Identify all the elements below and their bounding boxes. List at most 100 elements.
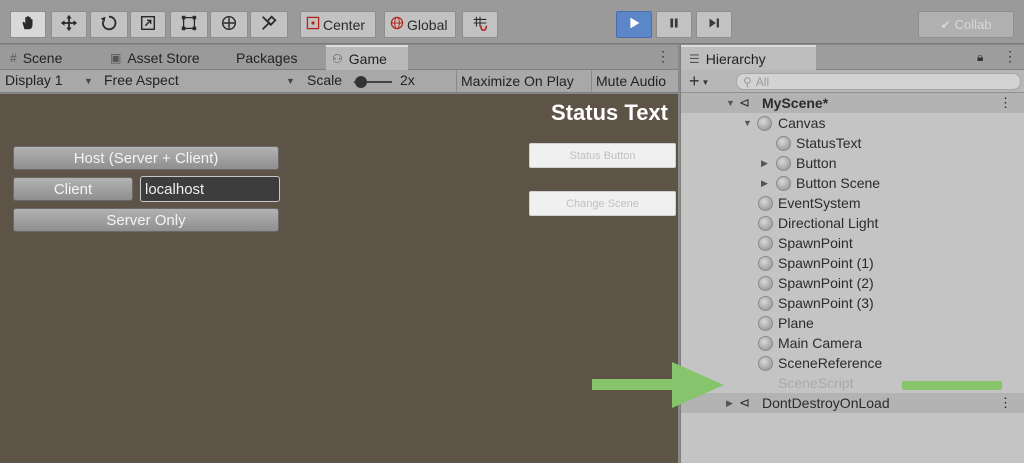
transform-icon (220, 14, 238, 36)
client-button-label: Client (53, 180, 93, 198)
hierarchy-item[interactable]: SpawnPoint (681, 233, 1024, 253)
maximize-on-play-label: Maximize On Play (461, 73, 574, 89)
display-dropdown[interactable]: Display 1 (5, 72, 63, 88)
hierarchy-item-label: Main Camera (778, 335, 863, 351)
collapse-arrow-icon[interactable]: ▶ (761, 178, 768, 189)
annotation-arrow-shaft (592, 379, 684, 390)
step-button[interactable] (696, 11, 732, 38)
game-icon: ⚇ (332, 51, 343, 66)
unity-scene-icon: ⊲ (739, 95, 750, 110)
tab-game[interactable]: ⚇ Game (326, 45, 408, 70)
hierarchy-item[interactable]: Main Camera (681, 333, 1024, 353)
server-only-button[interactable]: Server Only (13, 208, 279, 232)
create-dropdown-button[interactable]: + ▼ (689, 71, 709, 92)
scale-slider-handle[interactable] (355, 76, 367, 88)
hierarchy-item[interactable]: Directional Light (681, 213, 1024, 233)
hierarchy-item[interactable]: Plane (681, 313, 1024, 333)
search-placeholder: All (755, 74, 770, 89)
step-icon (705, 14, 723, 36)
network-address-input[interactable]: localhost (140, 176, 280, 202)
scale-icon (139, 14, 157, 36)
gameobject-icon (758, 195, 773, 211)
hierarchy-list-icon: ☰ (689, 51, 700, 66)
scene-menu-icon[interactable]: ⋮ (999, 395, 1012, 411)
hierarchy-item[interactable]: SpawnPoint (2) (681, 273, 1024, 293)
hierarchy-item-label: Button Scene (796, 175, 881, 191)
aspect-dropdown[interactable]: Free Aspect (104, 72, 179, 88)
pivot-label: Center (323, 16, 366, 33)
hierarchy-scene-row[interactable]: ▶ ⊲ DontDestroyOnLoad ⋮ (681, 393, 1024, 413)
annotation-highlight-bar (902, 381, 1002, 390)
transform-tool-button[interactable] (210, 11, 248, 38)
tab-game-label: Game (348, 50, 387, 67)
hierarchy-item-label: MyScene* (762, 95, 829, 111)
game-view-toolbar: Display 1 ▼ Free Aspect ▼ Scale 2x Maxim… (0, 70, 678, 93)
scale-tool-button[interactable] (130, 11, 166, 38)
scene-menu-icon[interactable]: ⋮ (999, 95, 1012, 111)
expand-arrow-icon[interactable]: ▼ (743, 118, 752, 128)
hierarchy-menu-icon[interactable]: ⋮ (1003, 48, 1017, 65)
hierarchy-item[interactable]: EventSystem (681, 193, 1024, 213)
rotate-icon (100, 14, 118, 36)
hierarchy-item[interactable]: ▶ Button (681, 153, 1024, 173)
tab-hierarchy[interactable]: ☰ Hierarchy (681, 45, 816, 70)
hierarchy-item[interactable]: ▼ Canvas (681, 113, 1024, 133)
hierarchy-item-label: Plane (778, 315, 814, 331)
network-address-value: localhost (145, 180, 205, 198)
unity-scene-icon: ⊲ (739, 395, 750, 410)
snap-button[interactable] (462, 11, 498, 38)
play-button[interactable] (616, 11, 652, 38)
dropdown-arrow-icon: ▼ (286, 76, 295, 86)
hierarchy-item-label: Button (796, 155, 837, 171)
hierarchy-item[interactable]: SceneReference (681, 353, 1024, 373)
hierarchy-item[interactable]: SpawnPoint (3) (681, 293, 1024, 313)
annotation-arrow-icon (672, 362, 724, 408)
tab-packages[interactable]: Packages (230, 45, 326, 70)
lock-icon[interactable]: 🔒︎ (977, 50, 983, 65)
gameobject-icon (758, 235, 773, 251)
client-button[interactable]: Client (13, 177, 133, 201)
panel-menu-icon[interactable]: ⋮ (656, 48, 670, 65)
rect-tool-button[interactable] (170, 11, 208, 38)
rect-icon (180, 14, 198, 36)
hierarchy-item[interactable]: StatusText (681, 133, 1024, 153)
hierarchy-item[interactable]: SpawnPoint (1) (681, 253, 1024, 273)
gameobject-icon (758, 295, 773, 311)
gameobject-icon (776, 135, 791, 151)
status-button[interactable]: Status Button (529, 143, 676, 168)
change-scene-label: Change Scene (566, 197, 639, 210)
pause-icon (665, 14, 683, 36)
collapse-arrow-icon[interactable]: ▶ (761, 158, 768, 169)
pause-button[interactable] (656, 11, 692, 38)
custom-tool-button[interactable] (250, 11, 288, 38)
host-button[interactable]: Host (Server + Client) (13, 146, 279, 170)
maximize-on-play-toggle[interactable]: Maximize On Play (456, 70, 578, 92)
change-scene-button[interactable]: Change Scene (529, 191, 676, 216)
hierarchy-search-input[interactable]: ⚲ All (736, 73, 1021, 90)
hierarchy-item[interactable]: ▶ Button Scene (681, 173, 1024, 193)
pivot-toggle-button[interactable]: Center (300, 11, 376, 38)
view-tab-bar: # Scene ▣ Asset Store Packages ⚇ Game ⋮ (0, 45, 678, 70)
hierarchy-item-label: SpawnPoint (1) (778, 255, 874, 271)
collab-button[interactable]: ✔ Collab (918, 11, 1014, 38)
tab-scene[interactable]: # Scene (4, 45, 96, 70)
space-toggle-button[interactable]: Global (384, 11, 456, 38)
gameobject-icon (758, 275, 773, 291)
mute-audio-toggle[interactable]: Mute Audio (591, 70, 670, 92)
tab-asset-store[interactable]: ▣ Asset Store (104, 45, 222, 70)
scale-label: Scale (307, 72, 343, 88)
move-tool-button[interactable] (51, 11, 87, 38)
move-icon (60, 14, 78, 36)
expand-arrow-icon[interactable]: ▼ (726, 98, 735, 108)
collapse-arrow-icon[interactable]: ▶ (726, 398, 733, 409)
hierarchy-scene-row[interactable]: ▼ ⊲ MyScene* ⋮ (681, 93, 1024, 113)
hand-icon (19, 14, 37, 36)
globe-icon (389, 15, 405, 35)
gameobject-icon (758, 315, 773, 331)
hand-tool-button[interactable] (10, 11, 46, 38)
gameobject-icon (757, 115, 772, 131)
gameobject-icon (776, 155, 791, 171)
status-button-label: Status Button (569, 149, 636, 162)
rotate-tool-button[interactable] (90, 11, 128, 38)
hierarchy-item-label: EventSystem (778, 195, 861, 211)
